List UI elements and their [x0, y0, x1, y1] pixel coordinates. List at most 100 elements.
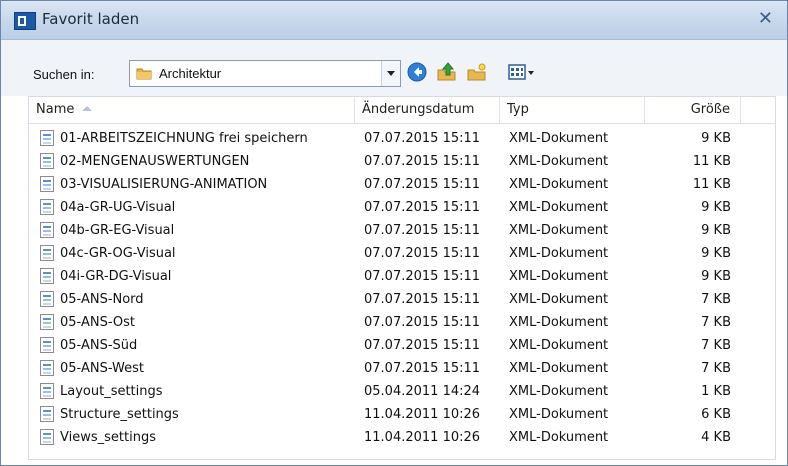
view-menu-icon[interactable]	[507, 61, 537, 83]
xml-file-icon	[40, 222, 54, 238]
file-row[interactable]: Layout_settings 05.04.2011 14:24 XML-Dokum…	[29, 380, 775, 403]
file-date: 11.04.2011 10:26	[364, 407, 481, 422]
file-row[interactable]: 04a-GR-UG-Visual 07.07.2015 15:11 XML-Doku…	[29, 196, 775, 219]
file-date: 05.04.2011 14:24	[364, 384, 481, 399]
xml-file-icon	[40, 429, 54, 445]
file-name: 02-MENGENAUSWERTUNGEN	[60, 154, 250, 169]
xml-file-icon	[40, 245, 54, 261]
file-name: 04i-GR-DG-Visual	[60, 269, 172, 284]
file-type: XML-Dokument	[509, 177, 609, 192]
file-list[interactable]: Name Änderungsdatum Typ Größe 01-ARBEITS…	[28, 96, 776, 460]
file-size: 9 KB	[701, 223, 731, 238]
column-type-label: Typ	[507, 102, 529, 117]
app-icon	[14, 12, 36, 30]
file-date: 07.07.2015 15:11	[364, 292, 481, 307]
file-name: 04a-GR-UG-Visual	[60, 200, 176, 215]
file-date: 07.07.2015 15:11	[364, 177, 481, 192]
xml-file-icon	[40, 199, 54, 215]
file-name: Layout_settings	[60, 384, 163, 399]
file-type: XML-Dokument	[509, 361, 609, 376]
file-size: 9 KB	[701, 246, 731, 261]
new-folder-icon[interactable]	[466, 61, 488, 83]
file-size: 11 KB	[692, 177, 731, 192]
file-type: XML-Dokument	[509, 315, 609, 330]
file-size: 9 KB	[701, 200, 731, 215]
file-date: 07.07.2015 15:11	[364, 338, 481, 353]
back-icon[interactable]	[406, 61, 428, 83]
file-type: XML-Dokument	[509, 223, 609, 238]
file-type: XML-Dokument	[509, 338, 609, 353]
file-row[interactable]: 04i-GR-DG-Visual 07.07.2015 15:11 XML-Doku…	[29, 265, 775, 288]
xml-file-icon	[40, 406, 54, 422]
xml-file-icon	[40, 383, 54, 399]
window-title: Favorit laden	[42, 10, 140, 28]
file-date: 07.07.2015 15:11	[364, 200, 481, 215]
file-type: XML-Dokument	[509, 154, 609, 169]
file-size: 7 KB	[701, 315, 731, 330]
file-name: 01-ARBEITSZEICHNUNG frei speichern	[60, 131, 308, 146]
title-bar: Favorit laden ✕	[1, 1, 787, 40]
file-date: 07.07.2015 15:11	[364, 315, 481, 330]
file-name: 05-ANS-Ost	[60, 315, 135, 330]
file-row[interactable]: 01-ARBEITSZEICHNUNG frei speichern 07.07.…	[29, 127, 775, 150]
favorit-laden-dialog: Favorit laden ✕ Suchen in: Architektur N…	[0, 0, 788, 466]
file-size: 1 KB	[701, 384, 731, 399]
chevron-down-icon[interactable]	[381, 61, 400, 86]
file-type: XML-Dokument	[509, 131, 609, 146]
file-row[interactable]: Structure_settings 11.04.2011 10:26 XML-Do…	[29, 403, 775, 426]
file-size: 11 KB	[692, 154, 731, 169]
file-date: 07.07.2015 15:11	[364, 131, 481, 146]
folder-name: Architektur	[159, 66, 222, 81]
file-name: 04c-GR-OG-Visual	[60, 246, 176, 261]
file-name: 04b-GR-EG-Visual	[60, 223, 175, 238]
file-row[interactable]: 05-ANS-West 07.07.2015 15:11 XML-Dokument 7…	[29, 357, 775, 380]
file-size: 9 KB	[701, 131, 731, 146]
file-row[interactable]: 05-ANS-Süd 07.07.2015 15:11 XML-Dokument 7 …	[29, 334, 775, 357]
file-row[interactable]: 03-VISUALISIERUNG-ANIMATION 07.07.2015 15…	[29, 173, 775, 196]
file-date: 07.07.2015 15:11	[364, 361, 481, 376]
file-type: XML-Dokument	[509, 200, 609, 215]
file-type: XML-Dokument	[509, 292, 609, 307]
xml-file-icon	[40, 176, 54, 192]
file-name: 05-ANS-West	[60, 361, 144, 376]
sort-ascending-icon	[82, 106, 93, 111]
column-size[interactable]: Größe	[645, 97, 741, 123]
file-row[interactable]: 04c-GR-OG-Visual 07.07.2015 15:11 XML-Doku…	[29, 242, 775, 265]
file-date: 07.07.2015 15:11	[364, 269, 481, 284]
column-header: Name Änderungsdatum Typ Größe	[29, 97, 775, 124]
file-row[interactable]: Views_settings 11.04.2011 10:26 XML-Dokume…	[29, 426, 775, 449]
xml-file-icon	[40, 337, 54, 353]
file-date: 07.07.2015 15:11	[364, 154, 481, 169]
column-type[interactable]: Typ	[500, 97, 645, 123]
xml-file-icon	[40, 268, 54, 284]
column-size-label: Größe	[690, 102, 730, 117]
xml-file-icon	[40, 291, 54, 307]
file-type: XML-Dokument	[509, 407, 609, 422]
file-date: 07.07.2015 15:11	[364, 246, 481, 261]
column-date[interactable]: Änderungsdatum	[355, 97, 500, 123]
xml-file-icon	[40, 153, 54, 169]
up-folder-icon[interactable]	[436, 61, 458, 83]
file-size: 4 KB	[701, 430, 731, 445]
file-type: XML-Dokument	[509, 269, 609, 284]
file-type: XML-Dokument	[509, 384, 609, 399]
folder-select[interactable]: Architektur	[129, 60, 401, 87]
close-icon[interactable]: ✕	[758, 8, 773, 29]
file-name: 03-VISUALISIERUNG-ANIMATION	[60, 177, 268, 192]
file-type: XML-Dokument	[509, 430, 609, 445]
file-date: 11.04.2011 10:26	[364, 430, 481, 445]
search-in-label: Suchen in:	[33, 67, 95, 82]
column-name-label: Name	[36, 102, 75, 117]
column-name[interactable]: Name	[29, 97, 355, 123]
file-date: 07.07.2015 15:11	[364, 223, 481, 238]
column-date-label: Änderungsdatum	[362, 102, 475, 117]
file-size: 9 KB	[701, 269, 731, 284]
file-row[interactable]: 05-ANS-Ost 07.07.2015 15:11 XML-Dokument 7 …	[29, 311, 775, 334]
file-size: 7 KB	[701, 361, 731, 376]
file-row[interactable]: 04b-GR-EG-Visual 07.07.2015 15:11 XML-Doku…	[29, 219, 775, 242]
file-size: 7 KB	[701, 338, 731, 353]
file-row[interactable]: 05-ANS-Nord 07.07.2015 15:11 XML-Dokument 7…	[29, 288, 775, 311]
file-row[interactable]: 02-MENGENAUSWERTUNGEN 07.07.2015 15:11 XML…	[29, 150, 775, 173]
file-name: Views_settings	[60, 430, 156, 445]
xml-file-icon	[40, 314, 54, 330]
